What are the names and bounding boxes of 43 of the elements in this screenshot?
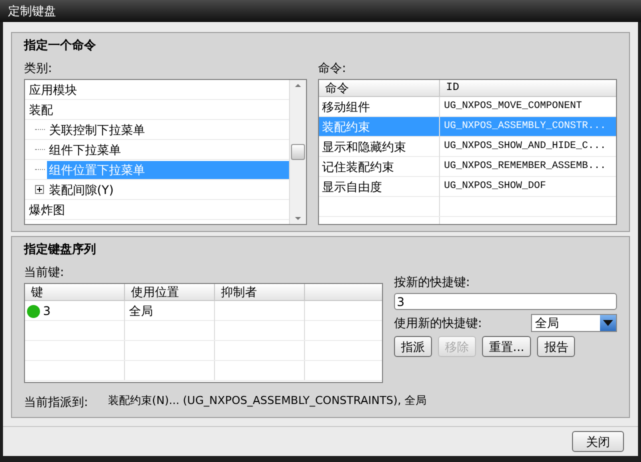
scrollbar[interactable] [289,80,306,224]
table-cell-text: UG_NXPOS_SHOW_AND_HIDE_C... [443,140,608,154]
action-button[interactable]: 重置... [482,336,532,357]
field-label: 使用新的快捷键: [394,315,482,332]
shortcut-input[interactable]: 3 [394,293,617,310]
expand-icon[interactable] [35,185,44,194]
close-button[interactable]: 关闭 [572,431,624,452]
table-cell: 显示自由度 [319,177,440,197]
table-cell-text: UG_NXPOS_ASSEMBLY_CONSTR... [443,120,608,134]
tree-item[interactable]: 组件下拉菜单 [47,140,123,158]
column-header[interactable]: 使用位置 [125,284,215,301]
table-cell: 全局 [125,301,215,321]
section-title: 指定键盘序列 [24,241,97,258]
table-cell-text: UG_NXPOS_REMEMBER_ASSEMB... [443,160,608,174]
field-label: 命令: [318,60,348,77]
column-header[interactable]: 抑制者 [215,284,305,301]
tree-item[interactable]: 装配 [27,100,55,118]
table-cell-text: UG_NXPOS_MOVE_COMPONENT [443,100,584,114]
tree-item[interactable]: 爆炸图 [27,200,67,218]
table-row[interactable]: 记住装配约束 UG_NXPOS_REMEMBER_ASSEMB... [319,157,616,177]
field-label: 按新的快捷键: [394,274,471,291]
action-button[interactable]: 报告 [537,336,576,357]
assignment-text: 装配约束(N)... (UG_NXPOS_ASSEMBLY_CONSTRAINTS), 全局 [108,393,427,409]
table-cell-text: UG_NXPOS_SHOW_DOF [443,180,548,194]
column-header[interactable]: ID [440,80,616,97]
action-button[interactable]: 指派 [394,336,432,357]
table-row[interactable]: 显示自由度 UG_NXPOS_SHOW_DOF [319,177,616,197]
scope-dropdown[interactable]: 全局 [531,314,617,332]
table-cell: 装配约束 [319,117,440,137]
field-label: 当前键: [24,264,66,281]
field-label: 类别: [24,60,54,77]
table-cell-text: 3 [43,303,51,320]
tree-item[interactable]: 装配间隙(Y) [47,180,116,198]
tree-item[interactable]: 应用模块 [27,80,79,98]
column-header[interactable]: 命令 [319,80,440,97]
tree-item[interactable]: 关联控制下拉菜单 [47,120,147,138]
section-title: 指定一个命令 [24,37,97,54]
table-cell: 显示和隐藏约束 [319,137,440,157]
window-title: 定制键盘 [8,3,56,20]
column-header[interactable]: 键 [25,284,125,301]
table-row[interactable]: 显示和隐藏约束 UG_NXPOS_SHOW_AND_HIDE_C... [319,137,616,157]
table-cell: 记住装配约束 [319,157,440,177]
field-label: 当前指派到: [24,394,88,411]
